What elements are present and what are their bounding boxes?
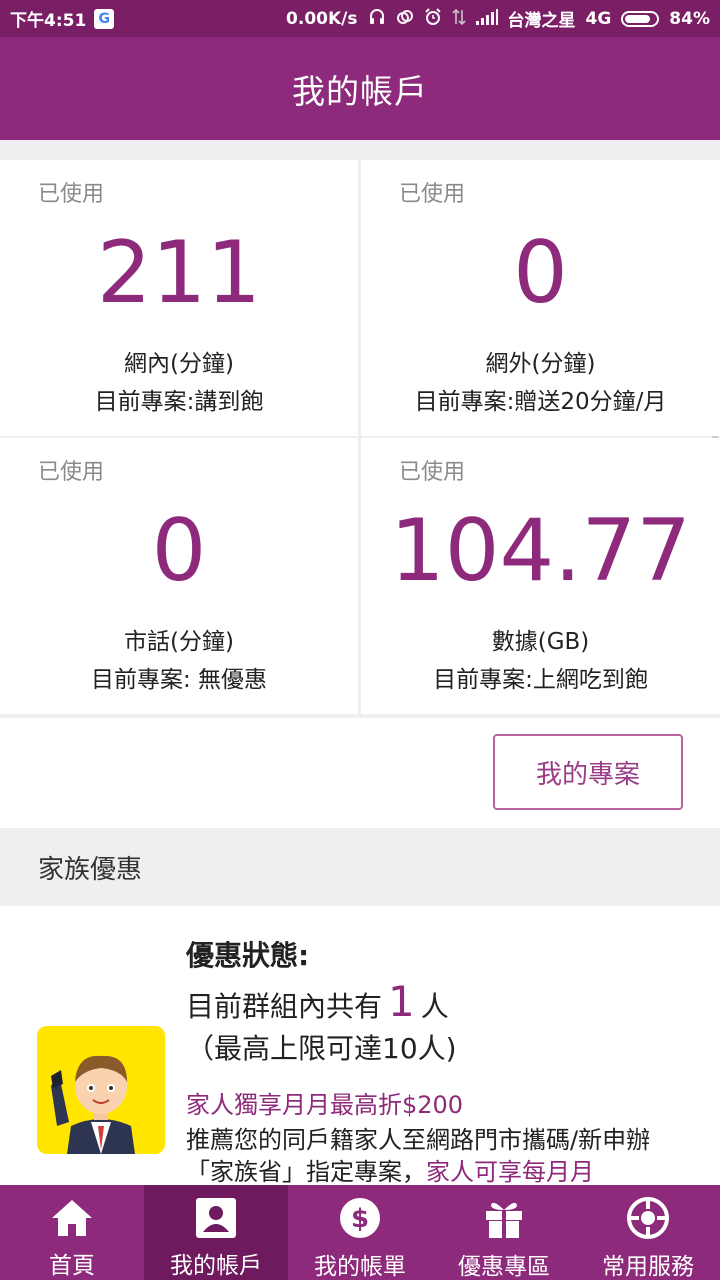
usage-type-label: 網外(分鐘) bbox=[485, 351, 596, 377]
svg-text:$: $ bbox=[351, 1204, 369, 1234]
carrier-name: 台灣之星 bbox=[507, 11, 576, 31]
current-plan-text: 目前專案:講到飽 bbox=[94, 389, 264, 415]
status-time: 下午4:51 bbox=[10, 11, 87, 31]
group-member-count: 1 bbox=[388, 977, 415, 1026]
network-type: 4G bbox=[585, 8, 612, 29]
account-icon bbox=[194, 1197, 238, 1238]
nav-label: 優惠專區 bbox=[458, 1254, 550, 1280]
discount-status-title: 優惠狀態: bbox=[186, 939, 310, 972]
used-label: 已使用 bbox=[399, 460, 466, 485]
app-bar: 我的帳戶 bbox=[0, 37, 720, 140]
usage-value: 0 bbox=[151, 501, 207, 601]
promo-title: 家人獨享月月最高折$200 bbox=[186, 1091, 464, 1119]
group-suffix: 人 bbox=[420, 990, 449, 1023]
family-section-header: 家族優惠 bbox=[0, 828, 720, 906]
nav-item-account[interactable]: 我的帳戶 bbox=[144, 1185, 288, 1280]
my-plan-area: 我的專案 bbox=[0, 718, 720, 828]
usage-value: 0 bbox=[513, 223, 568, 323]
nav-label: 首頁 bbox=[49, 1253, 95, 1279]
group-count-line: 目前群組內共有 1 人 bbox=[186, 977, 696, 1026]
nav-label: 常用服務 bbox=[602, 1254, 694, 1280]
home-icon bbox=[50, 1197, 94, 1238]
services-icon bbox=[626, 1197, 670, 1239]
bottom-nav: 首頁 我的帳戶 $ 我的帳單 優惠專區 常用服務 bbox=[0, 1185, 720, 1280]
used-label: 已使用 bbox=[38, 460, 105, 485]
usage-type-label: 市話(分鐘) bbox=[124, 629, 234, 655]
my-plan-button[interactable]: 我的專案 bbox=[493, 734, 683, 810]
sync-icon bbox=[396, 8, 414, 30]
promo-emphasis: 家人可享每月月 bbox=[426, 1158, 594, 1185]
current-plan-text: 目前專案: 無優惠 bbox=[90, 667, 268, 693]
battery-fill bbox=[625, 14, 651, 23]
used-label: 已使用 bbox=[399, 182, 466, 207]
net-speed: 0.00K/s bbox=[286, 8, 358, 29]
scroll-content[interactable]: 已使用 211 網內(分鐘) 目前專案:講到飽 已使用 0 網外(分鐘) 目前專… bbox=[0, 140, 720, 1185]
nav-item-bill[interactable]: $ 我的帳單 bbox=[288, 1185, 432, 1280]
nav-item-home[interactable]: 首頁 bbox=[0, 1185, 144, 1280]
nav-label: 我的帳單 bbox=[314, 1254, 406, 1280]
used-label: 已使用 bbox=[38, 182, 105, 207]
nav-item-services[interactable]: 常用服務 bbox=[576, 1185, 720, 1280]
family-avatar-illustration bbox=[37, 1026, 165, 1154]
usage-type-label: 網內(分鐘) bbox=[124, 351, 234, 377]
usage-card-data[interactable]: 已使用 104.77 數據(GB) 目前專案:上網吃到飽 bbox=[361, 438, 720, 714]
bill-icon: $ bbox=[338, 1197, 382, 1239]
signal-icon bbox=[475, 8, 498, 29]
group-limit-text: （最高上限可達10人) bbox=[186, 1032, 457, 1065]
battery-percent: 84% bbox=[669, 8, 710, 29]
alarm-icon bbox=[424, 7, 442, 30]
current-plan-text: 目前專案:贈送20分鐘/月 bbox=[414, 389, 667, 415]
usage-grid: 已使用 211 網內(分鐘) 目前專案:講到飽 已使用 0 網外(分鐘) 目前專… bbox=[0, 160, 720, 716]
usage-card-offnet[interactable]: 已使用 0 網外(分鐘) 目前專案:贈送20分鐘/月 bbox=[361, 160, 720, 436]
battery-icon bbox=[621, 10, 660, 27]
nav-label: 我的帳戶 bbox=[170, 1253, 262, 1279]
nav-item-offers[interactable]: 優惠專區 bbox=[432, 1185, 576, 1280]
page-title: 我的帳戶 bbox=[292, 71, 428, 111]
family-discount-text: 優惠狀態: 目前群組內共有 1 人 （最高上限可達10人) 家人獨享月月最高折$… bbox=[186, 934, 696, 1185]
usage-card-onnet[interactable]: 已使用 211 網內(分鐘) 目前專案:講到飽 bbox=[0, 160, 358, 436]
family-discount-card: 優惠狀態: 目前群組內共有 1 人 （最高上限可達10人) 家人獨享月月最高折$… bbox=[0, 906, 720, 1185]
usage-type-label: 數據(GB) bbox=[491, 629, 590, 655]
current-plan-text: 目前專案:上網吃到飽 bbox=[433, 667, 648, 693]
gift-icon bbox=[482, 1197, 526, 1239]
promo-body: 推薦您的同戶籍家人至網路門市攜碼/新申辦「家族省」指定專案，家人可享每月月 bbox=[186, 1124, 696, 1185]
headphones-icon bbox=[368, 8, 386, 30]
usage-value: 104.77 bbox=[390, 501, 691, 601]
usage-card-landline[interactable]: 已使用 0 市話(分鐘) 目前專案: 無優惠 bbox=[0, 438, 358, 714]
usage-value: 211 bbox=[96, 223, 262, 323]
status-bar: 下午4:51 G 0.00K/s 台灣之星 4G 84% bbox=[0, 0, 720, 37]
google-icon: G bbox=[94, 8, 115, 29]
group-prefix: 目前群組內共有 bbox=[186, 990, 383, 1023]
data-arrows-icon bbox=[451, 8, 466, 30]
